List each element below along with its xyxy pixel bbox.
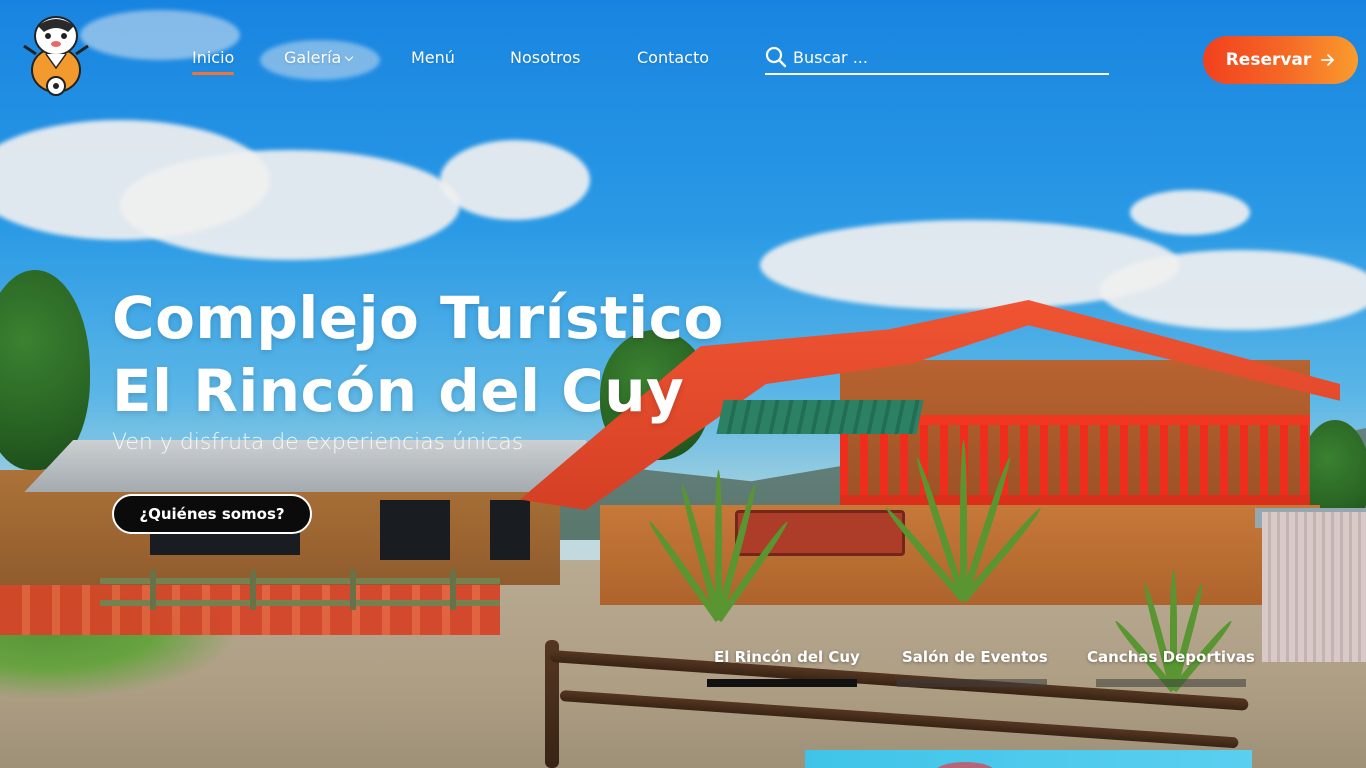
guinea-pig-mascot-icon	[23, 16, 89, 96]
quienes-somos-button[interactable]: ¿Quiénes somos?	[112, 494, 312, 534]
hero-subtitle: Ven y disfruta de experiencias únicas	[112, 430, 524, 455]
search-bar	[765, 42, 1109, 75]
nav-item-inicio[interactable]: Inicio	[192, 48, 235, 75]
slide-progress-bar[interactable]	[707, 679, 857, 687]
slide-progress-bar[interactable]	[897, 679, 1047, 687]
slide-tab-salon[interactable]: Salón de Eventos	[902, 648, 1048, 666]
search-input[interactable]	[793, 45, 1103, 69]
hero-title: Complejo Turístico El Rincón del Cuy	[112, 282, 724, 428]
arrow-right-icon	[1321, 54, 1335, 66]
reservar-label: Reservar	[1225, 50, 1312, 70]
search-icon[interactable]	[765, 46, 787, 68]
next-slide-preview[interactable]	[805, 750, 1252, 768]
reservar-button[interactable]: Reservar	[1203, 36, 1358, 84]
slide-progress-bar[interactable]	[1096, 679, 1246, 687]
nav-item-galeria[interactable]: Galería	[284, 48, 354, 67]
nav-item-contacto[interactable]: Contacto	[637, 48, 709, 67]
hero-title-line2: El Rincón del Cuy	[112, 357, 685, 425]
nav-item-menu[interactable]: Menú	[411, 48, 455, 67]
hero-title-line1: Complejo Turístico	[112, 284, 724, 352]
nav-item-nosotros[interactable]: Nosotros	[510, 48, 581, 67]
nav-item-label: Galería	[284, 48, 342, 67]
site-logo[interactable]	[16, 10, 96, 96]
slide-tab-rincon[interactable]: El Rincón del Cuy	[714, 648, 860, 666]
slide-tab-canchas[interactable]: Canchas Deportivas	[1087, 648, 1255, 666]
chevron-down-icon	[345, 52, 354, 62]
